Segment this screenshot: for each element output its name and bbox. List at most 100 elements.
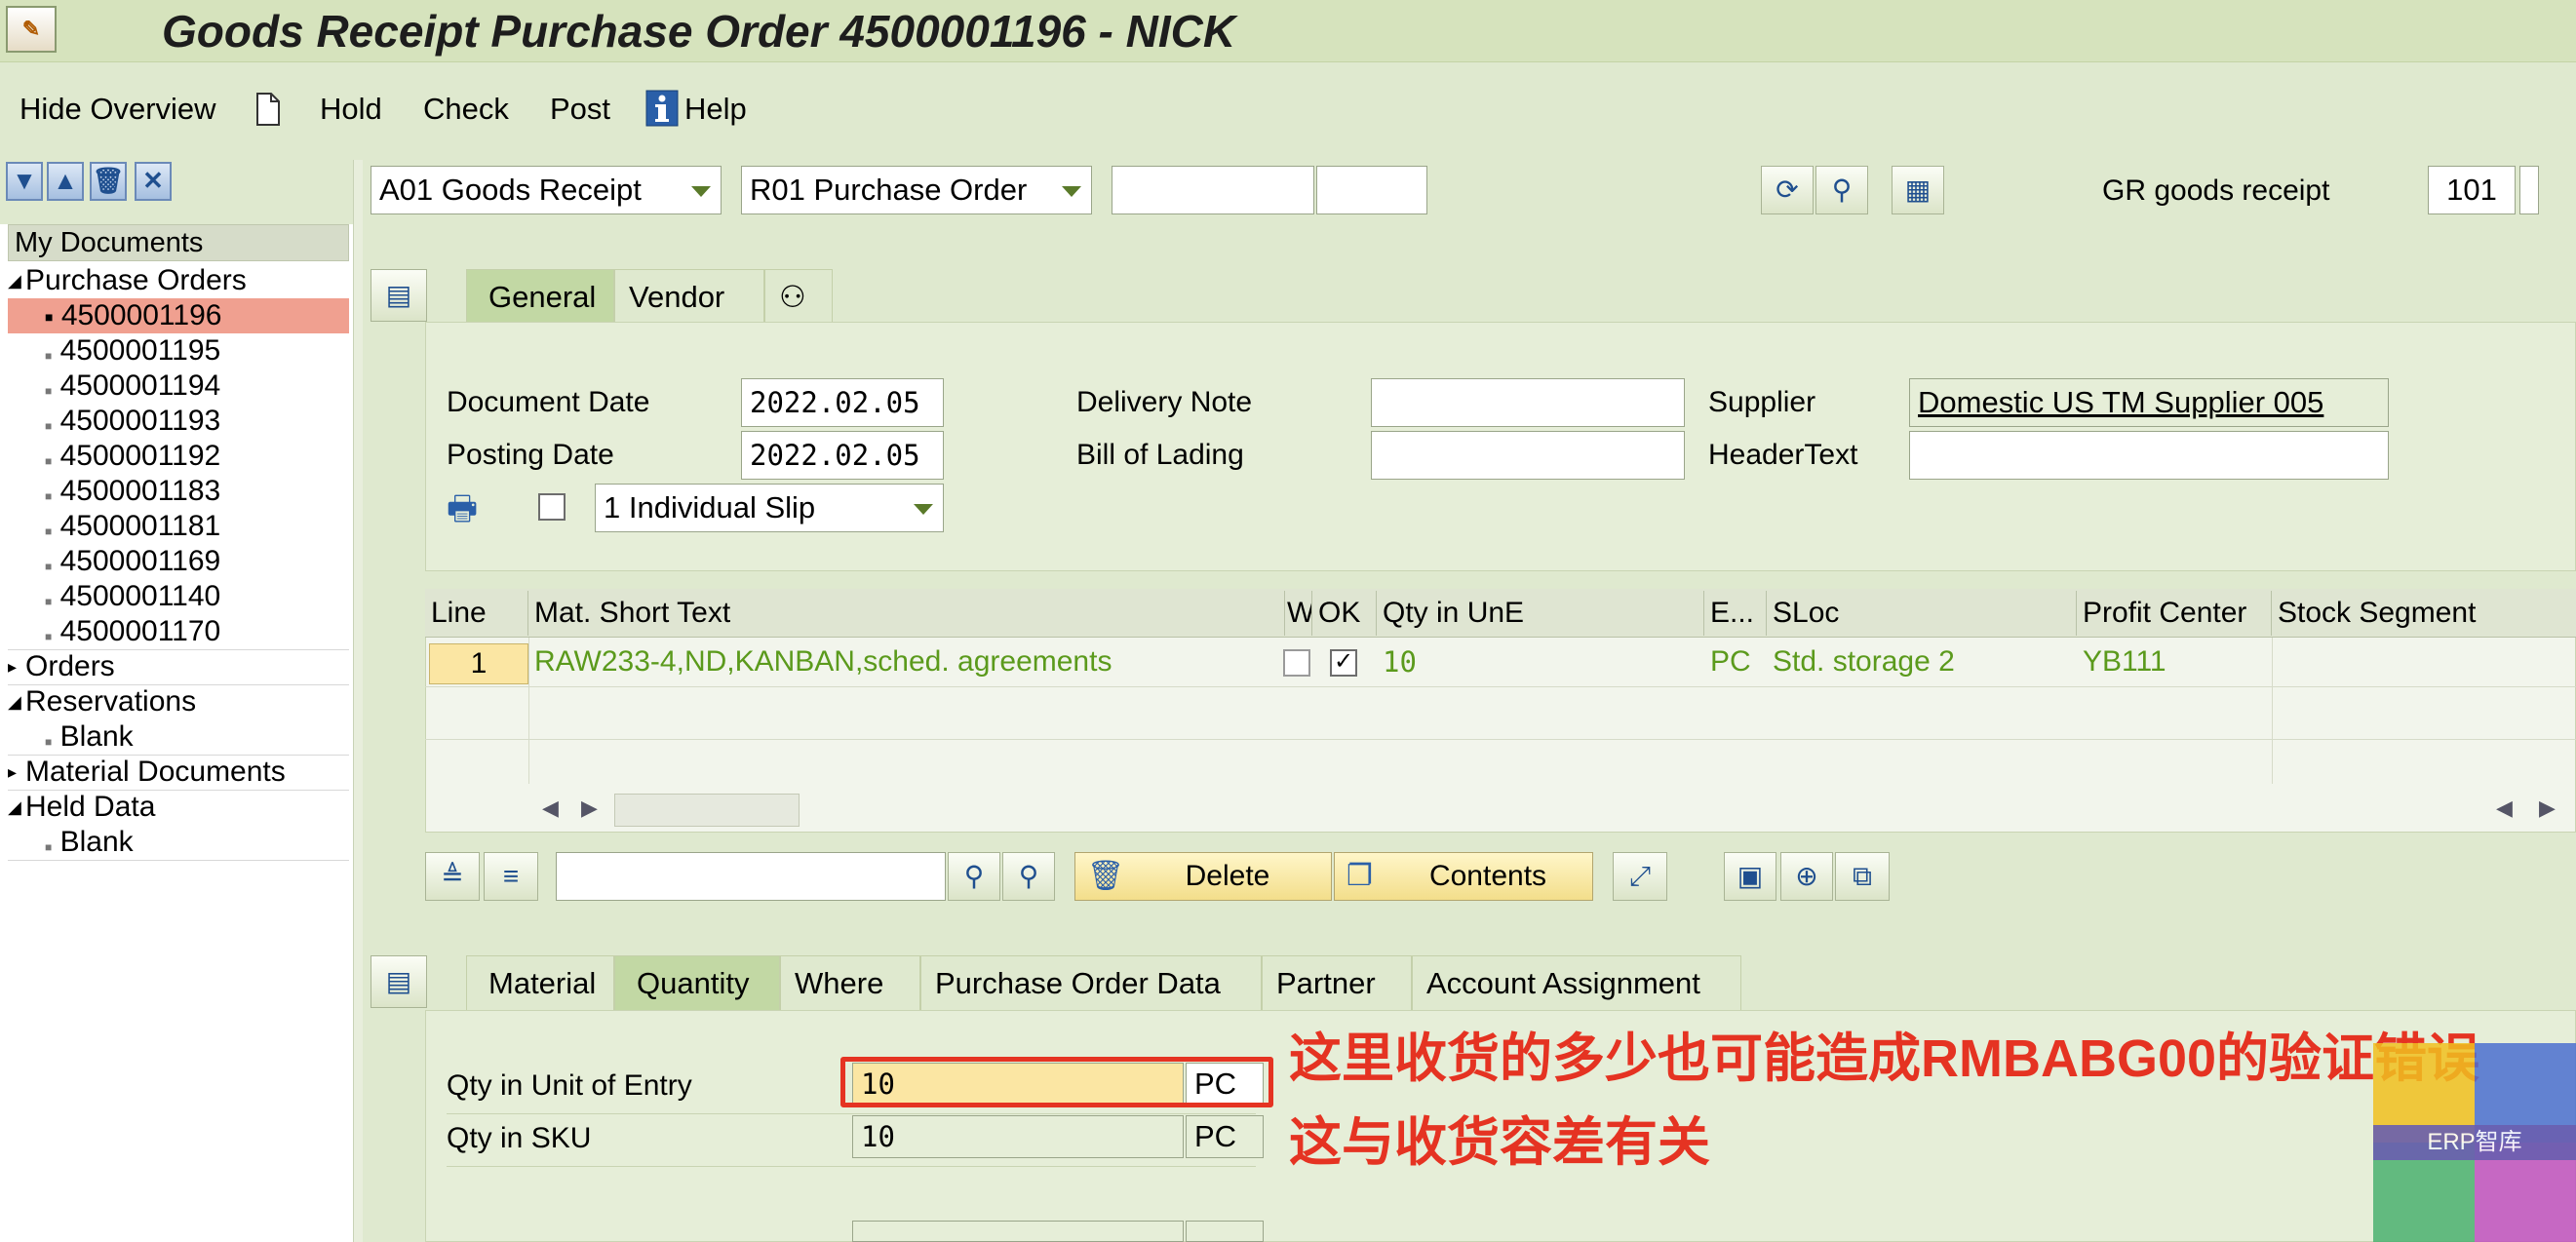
line-number-cell[interactable]: 1 xyxy=(429,643,528,684)
scroll-right-icon[interactable]: ▶ xyxy=(581,796,598,821)
qty-cell[interactable]: 10 xyxy=(1377,640,1704,684)
po-item[interactable]: ■ 4500001193 xyxy=(8,404,349,439)
expanded-arrow-icon[interactable]: ◢ xyxy=(8,684,25,719)
movement-type-help[interactable] xyxy=(2519,166,2539,214)
bill-of-lading-input[interactable] xyxy=(1371,431,1685,480)
unit-cell[interactable]: PC xyxy=(1704,640,1767,684)
tab-vendor[interactable]: Vendor xyxy=(614,269,764,324)
tab-purchase-order-data[interactable]: Purchase Order Data xyxy=(920,955,1262,1010)
po-item[interactable]: ■ 4500001183 xyxy=(8,474,349,509)
po-item[interactable]: ■ 4500001169 xyxy=(8,544,349,579)
stock-overview-icon[interactable]: ▣ xyxy=(1724,852,1776,901)
tab-where[interactable]: Where xyxy=(780,955,920,1010)
tab-partner-icon[interactable]: ⚇ xyxy=(764,269,833,324)
w-checkbox[interactable] xyxy=(1283,649,1310,677)
profit-center-cell[interactable]: YB111 xyxy=(2077,640,2272,684)
sloc-cell[interactable]: Std. storage 2 xyxy=(1767,640,2077,684)
document-date-input[interactable]: 2022.02.05 xyxy=(741,378,944,427)
select-all-icon[interactable]: ≜ xyxy=(425,852,480,901)
tree-held-data[interactable]: ◢ Held Data xyxy=(8,790,349,825)
reservation-blank[interactable]: ■ Blank xyxy=(8,719,349,755)
stock-segment-cell[interactable] xyxy=(2272,640,2576,684)
col-material-text[interactable]: Mat. Short Text xyxy=(528,591,1285,636)
bullet-icon: ■ xyxy=(45,840,53,854)
posting-date-input[interactable]: 2022.02.05 xyxy=(741,431,944,480)
col-line[interactable]: Line xyxy=(425,591,528,636)
toggle-header-icon[interactable]: ▤ xyxy=(371,269,427,322)
tree-purchase-orders[interactable]: ◢ Purchase Orders xyxy=(8,263,349,298)
po-item[interactable]: ■ 4500001195 xyxy=(8,333,349,369)
collapsed-arrow-icon[interactable]: ▸ xyxy=(8,755,25,790)
po-item[interactable]: ■ 4500001192 xyxy=(8,439,349,474)
help-button[interactable]: Help xyxy=(684,82,747,136)
info-icon[interactable] xyxy=(645,90,679,127)
material-text-cell[interactable]: RAW233-4,ND,KANBAN,sched. agreements xyxy=(528,640,1285,684)
tree-material-documents[interactable]: ▸ Material Documents xyxy=(8,755,349,790)
po-item[interactable]: ■ 4500001140 xyxy=(8,579,349,614)
scroll-left-icon[interactable]: ◀ xyxy=(542,796,559,821)
printer-icon[interactable]: 🖶 xyxy=(447,485,486,527)
reference-document-input[interactable] xyxy=(1112,166,1314,214)
add-item-icon[interactable]: ⊕ xyxy=(1780,852,1833,901)
collapsed-arrow-icon[interactable]: ▸ xyxy=(8,649,25,684)
po-number: 4500001192 xyxy=(59,440,221,472)
po-item[interactable]: ■ 4500001194 xyxy=(8,369,349,404)
hold-button[interactable]: Hold xyxy=(320,82,382,136)
find-next-icon[interactable]: ⚲ xyxy=(1002,852,1055,901)
sap-app-icon[interactable]: ✎ xyxy=(6,6,57,53)
held-blank[interactable]: ■ Blank xyxy=(8,825,349,860)
print-checkbox[interactable] xyxy=(538,493,566,521)
col-profit-center[interactable]: Profit Center xyxy=(2077,591,2272,636)
tab-material[interactable]: Material xyxy=(466,955,614,1010)
print-version-dropdown[interactable]: 1 Individual Slip xyxy=(595,484,944,532)
supplier-field[interactable]: Domestic US TM Supplier 005 xyxy=(1909,378,2389,427)
tab-account-assignment[interactable]: Account Assignment xyxy=(1412,955,1741,1010)
col-w[interactable]: W xyxy=(1285,591,1312,636)
col-sloc[interactable]: SLoc xyxy=(1767,591,2077,636)
execute-icon[interactable]: ⟳ xyxy=(1761,166,1814,214)
deselect-all-icon[interactable]: ≡ xyxy=(484,852,538,901)
expanded-arrow-icon[interactable]: ◢ xyxy=(8,790,25,825)
col-qty[interactable]: Qty in UnE xyxy=(1377,591,1704,636)
ok-checkbox[interactable]: ✓ xyxy=(1330,649,1357,677)
scroll-left-icon[interactable]: ◀ xyxy=(2496,796,2513,821)
hide-overview-button[interactable]: Hide Overview xyxy=(20,82,216,136)
tab-general[interactable]: General xyxy=(466,269,614,324)
post-button[interactable]: Post xyxy=(550,82,610,136)
find-icon[interactable]: ⚲ xyxy=(948,852,1000,901)
item-search-input[interactable] xyxy=(556,852,946,901)
delivery-note-input[interactable] xyxy=(1371,378,1685,427)
header-text-input[interactable] xyxy=(1909,431,2389,480)
tree-orders[interactable]: ▸ Orders xyxy=(8,649,349,684)
check-button[interactable]: Check xyxy=(423,82,509,136)
close-icon[interactable]: ✕ xyxy=(135,162,172,201)
expanded-arrow-icon[interactable]: ◢ xyxy=(8,263,25,298)
movement-type-input[interactable]: 101 xyxy=(2428,166,2516,214)
tab-quantity[interactable]: Quantity xyxy=(614,955,780,1010)
horizontal-scrollbar[interactable] xyxy=(614,794,800,827)
toggle-detail-icon[interactable]: ▤ xyxy=(371,955,427,1008)
table-settings-icon[interactable]: ▦ xyxy=(1892,166,1944,214)
delete-button[interactable]: 🗑 Delete xyxy=(1074,852,1332,901)
copy-item-icon[interactable]: ⧉ xyxy=(1835,852,1890,901)
collapse-all-icon[interactable]: ▲ xyxy=(47,162,84,201)
contents-button[interactable]: ❐ Contents xyxy=(1334,852,1593,901)
tab-partner[interactable]: Partner xyxy=(1262,955,1412,1010)
reference-dropdown[interactable]: R01 Purchase Order xyxy=(741,166,1092,214)
po-item[interactable]: ■ 4500001170 xyxy=(8,614,349,649)
expand-items-icon[interactable]: ⤢ xyxy=(1613,852,1667,901)
col-unit[interactable]: E... xyxy=(1704,591,1767,636)
new-document-icon[interactable] xyxy=(252,92,285,127)
tree-reservations[interactable]: ◢ Reservations xyxy=(8,684,349,719)
pane-splitter[interactable] xyxy=(353,160,363,1242)
expand-all-icon[interactable]: ▼ xyxy=(6,162,43,201)
action-dropdown[interactable]: A01 Goods Receipt xyxy=(371,166,722,214)
col-ok[interactable]: OK xyxy=(1312,591,1377,636)
po-item-selected[interactable]: ■ 4500001196 xyxy=(8,298,349,333)
delete-icon[interactable]: 🗑 xyxy=(90,162,127,201)
col-stock-segment[interactable]: Stock Segment xyxy=(2272,591,2576,636)
reference-item-input[interactable] xyxy=(1316,166,1427,214)
find-icon[interactable]: ⚲ xyxy=(1815,166,1868,214)
po-item[interactable]: ■ 4500001181 xyxy=(8,509,349,544)
scroll-right-icon[interactable]: ▶ xyxy=(2539,796,2556,821)
